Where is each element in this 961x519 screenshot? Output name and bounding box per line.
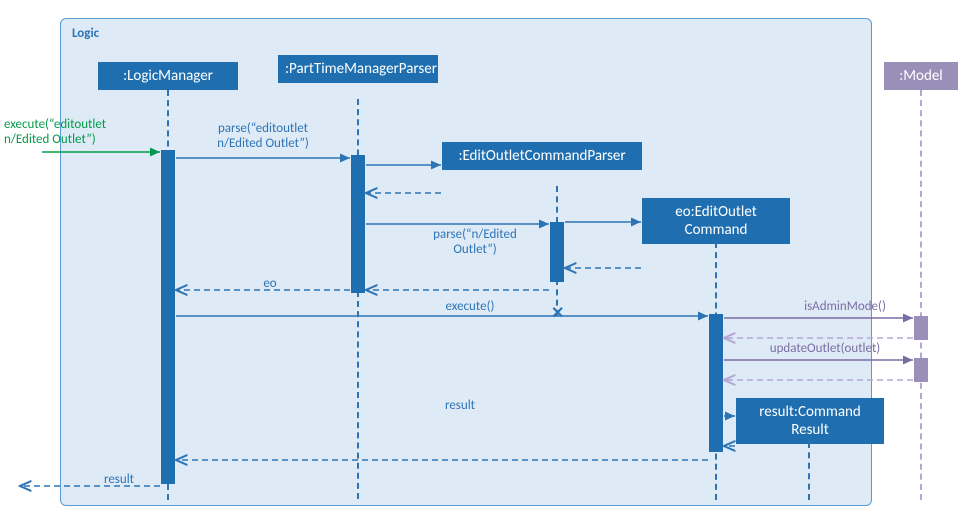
destroy-editoutletcommandparser: ✕: [551, 303, 564, 323]
activation-model-1: [914, 316, 928, 340]
sequence-diagram: Logic :LogicManager :PartTimeManagerPars…: [0, 0, 961, 519]
activation-logicmanager: [161, 150, 175, 484]
lifeline-head-model: :Model: [884, 62, 958, 90]
msg-result-mid: result: [400, 399, 520, 414]
msg-parse-main: parse(“editoutlet n/Edited Outlet”): [188, 122, 338, 152]
msg-isadminmode: isAdminMode(): [770, 300, 920, 315]
msg-execute-call: execute(): [410, 300, 530, 315]
activation-parttimemanagerparser: [351, 155, 365, 293]
msg-eo-return: eo: [240, 277, 300, 292]
logic-frame-label: Logic: [72, 26, 99, 41]
activation-editoutletcommandparser: [550, 222, 564, 282]
msg-result-out: result: [84, 473, 154, 488]
lifeline-head-editoutletcommandparser: :EditOutletCommandParser: [442, 142, 642, 170]
lifeline-head-commandresult: result:Command Result: [736, 398, 884, 444]
msg-external-execute: execute(“editoutlet n/Edited Outlet”): [4, 118, 144, 148]
msg-parse-inner: parse(“n/Edited Outlet”): [410, 228, 540, 258]
activation-editoutletcommand: [709, 314, 723, 452]
lifeline-head-parttimemanagerparser: :PartTimeManagerParser: [278, 55, 438, 83]
lifeline-head-logicmanager: :LogicManager: [98, 62, 238, 90]
msg-updateoutlet: updateOutlet(outlet): [730, 342, 920, 357]
lifeline-head-editoutletcommand: eo:EditOutlet Command: [642, 198, 790, 244]
lifeline-commandresult: [808, 442, 810, 500]
activation-model-2: [914, 358, 928, 382]
lifeline-model: [920, 90, 922, 500]
